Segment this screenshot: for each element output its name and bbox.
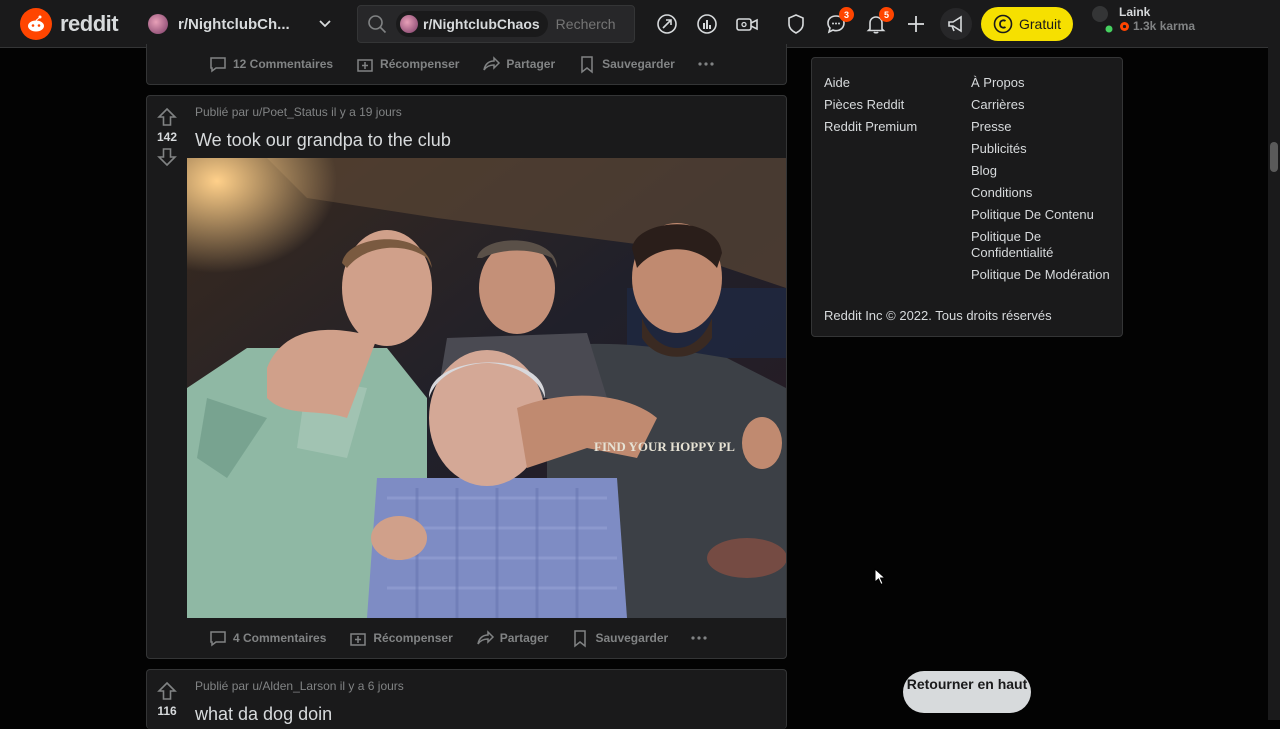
scrollbar-track[interactable] (1268, 0, 1280, 720)
subreddit-avatar (400, 15, 418, 33)
footer-link-press[interactable]: Presse (971, 116, 1116, 138)
footer-link-blog[interactable]: Blog (971, 160, 1116, 182)
vote-score: 116 (157, 704, 177, 718)
community-dropdown-label: r/NightclubCh... (178, 15, 290, 33)
post-actions: 12 Commentaires Récompenser Partager Sau… (147, 44, 786, 84)
post-actions: 4 Commentaires Récompenser Partager Sauv… (147, 618, 786, 658)
footer-link-premium[interactable]: Reddit Premium (824, 116, 917, 138)
footer-links-col-2: À Propos Carrières Presse Publicités Blo… (971, 72, 1116, 286)
vote-column: 116 (147, 670, 187, 720)
share-button[interactable]: Partager (466, 622, 558, 654)
bell-icon[interactable]: 5 (864, 7, 894, 36)
save-button[interactable]: Sauvegarder (561, 622, 677, 654)
copyright-text: Reddit Inc © 2022. Tous droits réservés (824, 308, 1052, 323)
footer-link-about[interactable]: À Propos (971, 72, 1116, 94)
post-card-next[interactable]: 116 Publié par u/Alden_Larson il y a 6 j… (146, 669, 787, 729)
bookmark-icon (581, 56, 593, 74)
notification-badge: 5 (879, 7, 894, 22)
bookmark-icon (574, 630, 587, 648)
search-community-chip[interactable]: r/NightclubChaos (396, 11, 548, 37)
footer-link-help[interactable]: Aide (824, 72, 917, 94)
post-card-previous: 12 Commentaires Récompenser Partager Sau… (146, 44, 787, 85)
post-meta[interactable]: Publié par u/Poet_Status il y a 19 jours (195, 105, 402, 119)
all-icon[interactable] (695, 12, 719, 36)
karma-count: 1.3k karma (1119, 19, 1195, 33)
comments-button[interactable]: 4 Commentaires (199, 622, 335, 654)
upvote-icon[interactable] (156, 680, 178, 702)
award-label: Récompenser (373, 631, 453, 645)
popular-icon[interactable] (655, 12, 679, 36)
plus-icon[interactable] (904, 12, 928, 36)
sidebar-footer-links: Aide Pièces Reddit Reddit Premium À Prop… (811, 57, 1123, 337)
comments-label: 4 Commentaires (233, 631, 327, 645)
back-to-top-button[interactable]: Retourner en haut (903, 671, 1031, 713)
more-icon (691, 636, 707, 640)
premium-label: Gratuit (1018, 16, 1061, 32)
reddit-logo[interactable]: reddit (20, 8, 119, 40)
post-meta[interactable]: Publié par u/Alden_Larson il y a 6 jours (195, 679, 404, 693)
more-icon (698, 62, 714, 66)
vote-score: 142 (156, 130, 178, 144)
subreddit-avatar (148, 14, 168, 34)
share-icon (483, 56, 501, 71)
gift-icon (350, 633, 367, 646)
post-title[interactable]: We took our grandpa to the club (195, 130, 451, 151)
video-icon[interactable] (735, 12, 759, 36)
chevron-down-icon (319, 20, 331, 28)
upvote-icon[interactable] (156, 106, 178, 128)
share-button[interactable]: Partager (472, 48, 564, 80)
search-chip-label: r/NightclubChaos (423, 16, 540, 32)
megaphone-icon[interactable] (940, 8, 972, 40)
top-header: reddit r/NightclubCh... r/NightclubChaos… (0, 0, 1268, 48)
share-label: Partager (499, 631, 549, 645)
award-button[interactable]: Récompenser (346, 48, 468, 80)
chat-icon[interactable]: 3 (824, 7, 854, 36)
search-input[interactable] (555, 16, 616, 32)
share-label: Partager (506, 57, 556, 71)
avatar (1089, 4, 1113, 34)
footer-link-ads[interactable]: Publicités (971, 138, 1116, 160)
award-button[interactable]: Récompenser (339, 622, 461, 654)
save-button[interactable]: Sauvegarder (568, 48, 684, 80)
coin-icon (993, 14, 1013, 34)
search-icon (368, 15, 387, 34)
footer-link-coins[interactable]: Pièces Reddit (824, 94, 917, 116)
save-label: Sauvegarder (595, 631, 669, 645)
username: Laink (1119, 5, 1151, 19)
award-label: Récompenser (380, 57, 460, 71)
comments-label: 12 Commentaires (233, 57, 334, 71)
shield-icon[interactable] (784, 12, 808, 36)
reddit-wordmark: reddit (60, 11, 119, 36)
karma-value: 1.3k karma (1133, 19, 1196, 33)
user-menu[interactable]: Laink 1.3k karma (1089, 4, 1195, 34)
footer-link-moderation-policy[interactable]: Politique De Modération (971, 264, 1116, 286)
shirt-text: FIND YOUR HOPPY PL (594, 439, 735, 454)
share-icon (477, 630, 494, 645)
scrollbar-thumb[interactable] (1270, 142, 1278, 172)
comment-icon (210, 631, 226, 647)
save-label: Sauvegarder (602, 57, 675, 71)
search-bar[interactable]: r/NightclubChaos (357, 5, 635, 43)
community-dropdown[interactable]: r/NightclubCh... (140, 7, 340, 41)
footer-link-content-policy[interactable]: Politique De Contenu (971, 204, 1116, 226)
karma-flower-icon (1120, 21, 1129, 31)
mouse-cursor-icon (874, 568, 886, 586)
footer-link-terms[interactable]: Conditions (971, 182, 1116, 204)
more-options-button[interactable] (681, 622, 717, 654)
footer-link-careers[interactable]: Carrières (971, 94, 1116, 116)
chat-badge: 3 (839, 7, 854, 22)
gift-icon (357, 59, 373, 72)
vote-column: 142 (147, 96, 187, 168)
post-card[interactable]: 142 Publié par u/Poet_Status il y a 19 j… (146, 95, 787, 659)
reddit-alien-icon (20, 8, 52, 40)
comment-icon (210, 57, 226, 73)
downvote-icon[interactable] (156, 146, 178, 168)
post-title[interactable]: what da dog doin (195, 704, 332, 725)
premium-button[interactable]: Gratuit (981, 7, 1073, 41)
footer-link-privacy-policy[interactable]: Politique De Confidentialité (971, 229, 1116, 261)
post-image[interactable]: FIND YOUR HOPPY PL (187, 158, 786, 618)
more-options-button[interactable] (688, 48, 724, 80)
footer-links-col-1: Aide Pièces Reddit Reddit Premium (824, 72, 917, 138)
comments-button[interactable]: 12 Commentaires (199, 48, 342, 80)
